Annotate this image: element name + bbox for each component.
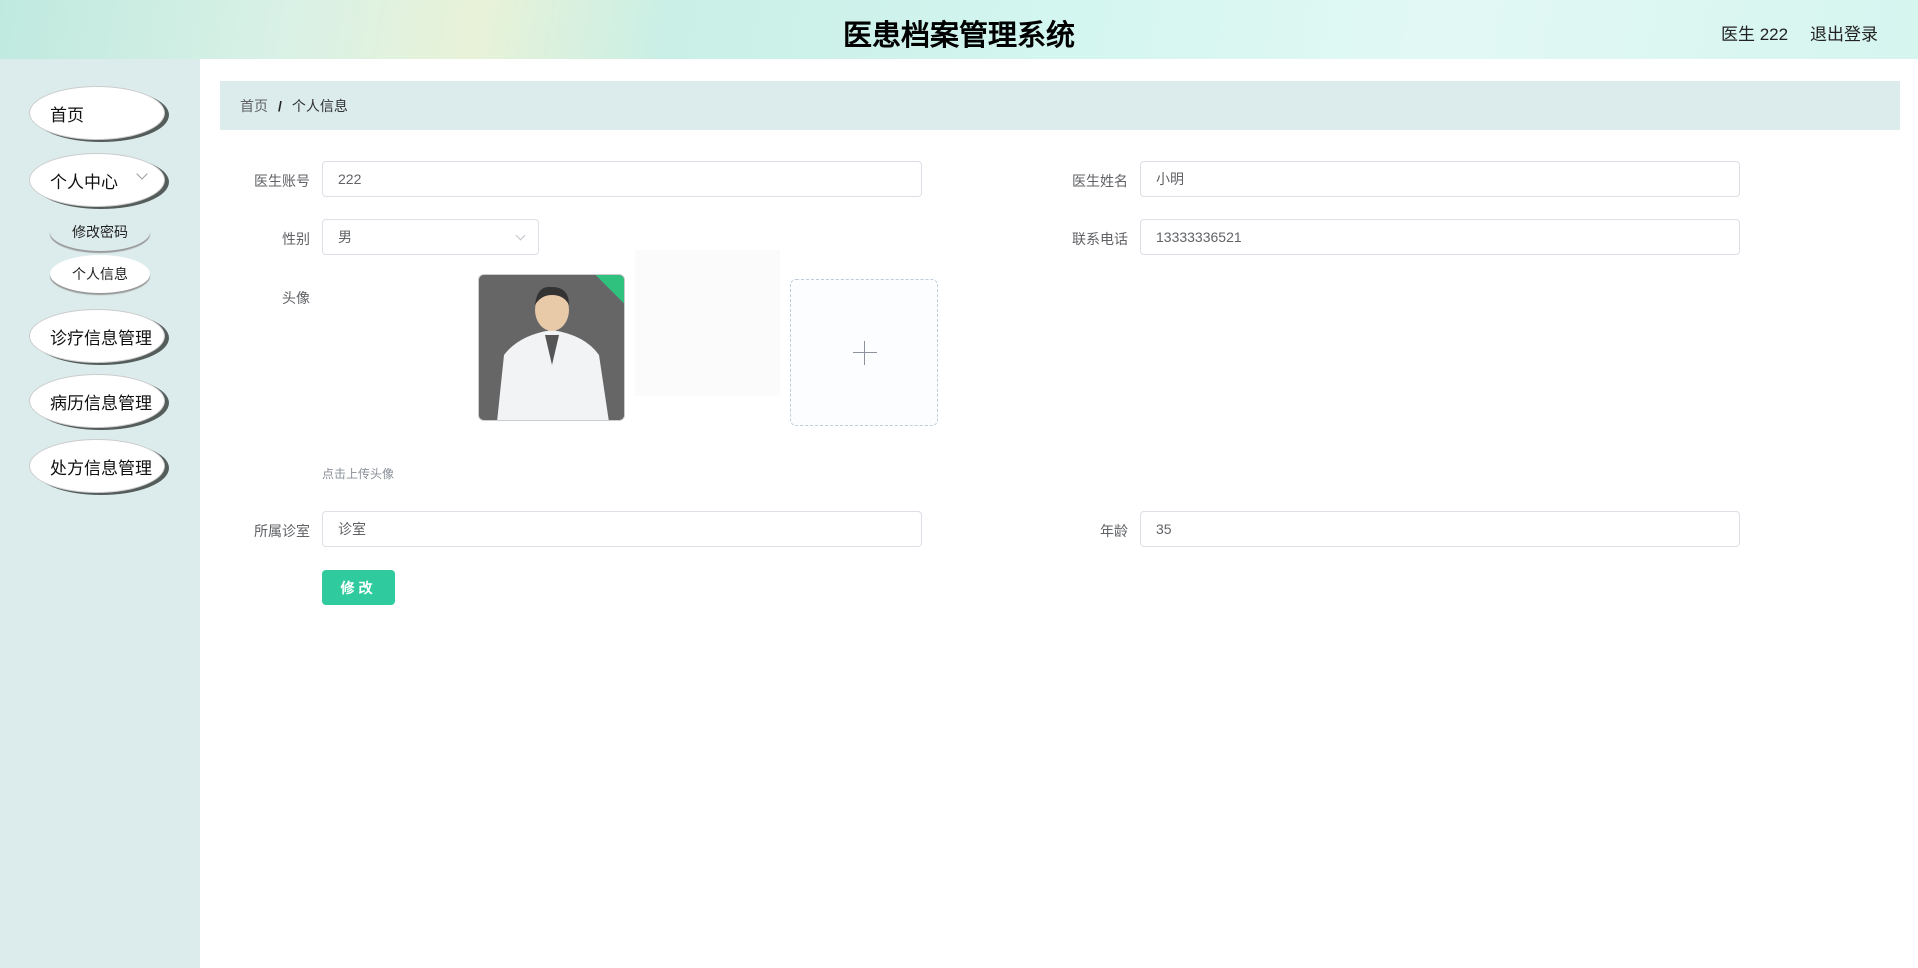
age-value: 35 (1156, 521, 1172, 537)
sidebar-subitem-personal-info[interactable]: 个人信息 (50, 255, 150, 293)
chevron-down-icon (136, 168, 148, 180)
chevron-down-icon (515, 230, 526, 241)
plus-icon (853, 352, 877, 353)
age-input[interactable]: 35 (1140, 511, 1740, 547)
submit-button[interactable]: 修改 (322, 570, 395, 605)
avatar-upload-button[interactable] (790, 279, 938, 426)
app-title: 医患档案管理系统 (842, 20, 1075, 52)
clinic-value: 诊室 (338, 521, 366, 537)
sidebar-item-personal-center[interactable]: 个人中心 (29, 153, 165, 207)
sidebar-item-label: 处方信息管理 (50, 458, 152, 478)
sidebar-subitem-change-password[interactable]: 修改密码 (50, 213, 150, 251)
sidebar-item-medical-records[interactable]: 病历信息管理 (29, 374, 165, 428)
sidebar-item-label: 个人信息 (72, 266, 128, 282)
sidebar-item-label: 病历信息管理 (50, 393, 152, 413)
account-label: 医生账号 (254, 173, 310, 189)
breadcrumb-home[interactable]: 首页 (240, 96, 268, 116)
phone-label: 联系电话 (1072, 231, 1128, 247)
account-input[interactable]: 222 (322, 161, 922, 197)
upload-hint: 点击上传头像 (322, 467, 395, 481)
sidebar-item-home[interactable]: 首页 (29, 86, 165, 140)
name-value: 小明 (1156, 171, 1184, 187)
gender-value: 男 (338, 229, 352, 245)
breadcrumb-current: 个人信息 (291, 97, 348, 114)
phone-input[interactable]: 13333336521 (1140, 219, 1740, 255)
breadcrumb-separator: / (278, 97, 282, 114)
sidebar-item-label: 个人中心 (50, 172, 118, 192)
current-user: 医生 222 (1721, 25, 1789, 44)
sidebar-item-diagnosis[interactable]: 诊疗信息管理 (29, 309, 165, 363)
logout-link[interactable]: 退出登录 (1810, 20, 1878, 45)
age-label: 年龄 (1100, 523, 1128, 539)
sidebar-item-label: 首页 (50, 105, 84, 125)
sidebar: 首页 个人中心 修改密码 个人信息 诊疗信息管理 病历信息管理 处方信息管理 (0, 59, 200, 968)
phone-value: 13333336521 (1156, 229, 1242, 245)
sidebar-item-label: 修改密码 (72, 224, 128, 240)
plus-icon (864, 341, 865, 365)
doctor-photo (479, 275, 624, 420)
gender-label: 性别 (282, 231, 310, 247)
breadcrumb: 首页 / 个人信息 (220, 81, 1900, 130)
avatar-ghost-preview (635, 250, 780, 396)
sidebar-item-label: 诊疗信息管理 (50, 328, 152, 348)
name-input[interactable]: 小明 (1140, 161, 1740, 197)
avatar-image[interactable] (478, 274, 625, 421)
gender-select[interactable]: 男 (322, 219, 539, 255)
sidebar-item-prescriptions[interactable]: 处方信息管理 (29, 439, 165, 493)
name-label: 医生姓名 (1072, 173, 1128, 189)
top-header: 医患档案管理系统 医生 222 退出登录 (0, 0, 1918, 59)
clinic-label: 所属诊室 (254, 523, 310, 539)
clinic-input[interactable]: 诊室 (322, 511, 922, 547)
account-value: 222 (338, 171, 362, 187)
avatar-label: 头像 (282, 290, 310, 306)
